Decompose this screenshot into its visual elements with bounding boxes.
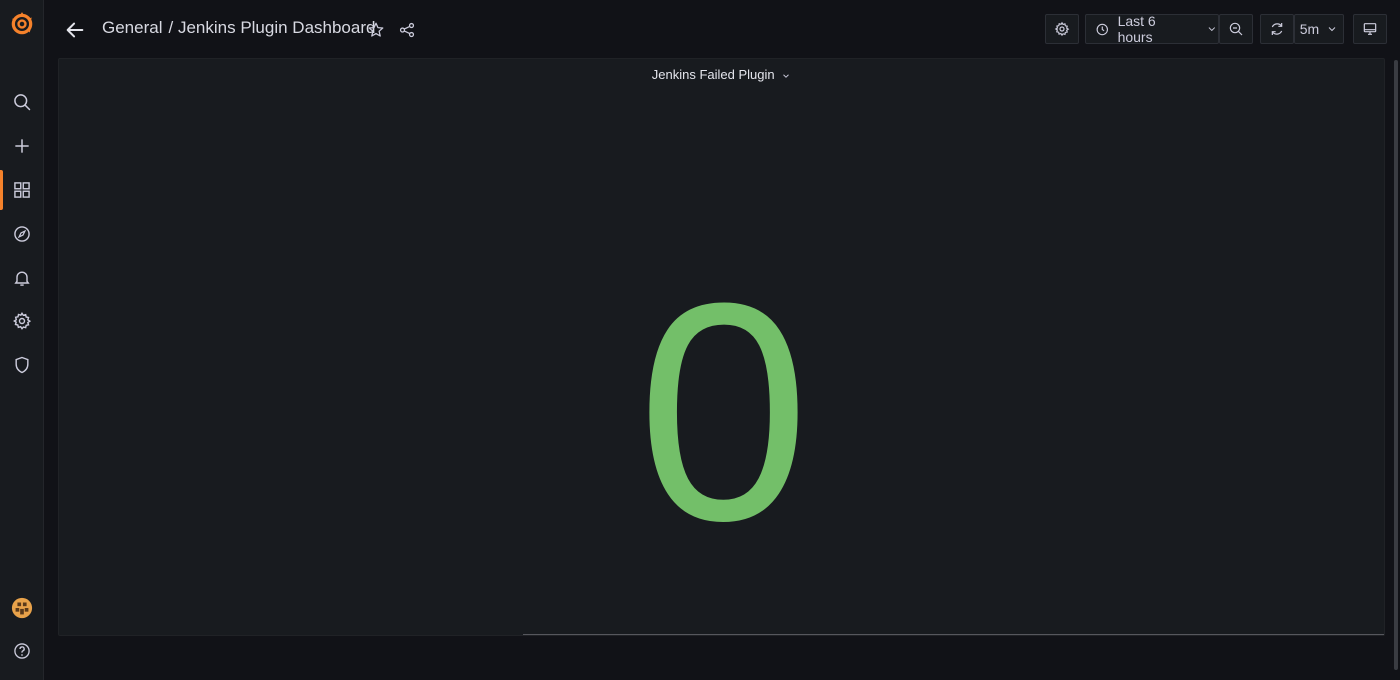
gear-icon [1054, 21, 1070, 37]
side-menu [0, 0, 44, 680]
time-range-label: Last 6 hours [1117, 13, 1156, 45]
zoom-out-icon [1229, 22, 1243, 36]
stat-panel: Jenkins Failed Plugin 0 [58, 58, 1385, 636]
explore-icon[interactable] [0, 216, 43, 252]
clock-icon [1096, 23, 1109, 35]
refresh-interval-label: 5m [1299, 21, 1320, 37]
monitor-icon [1363, 23, 1377, 35]
page-scrollbar[interactable] [1394, 60, 1398, 670]
stat-value: 0 [637, 238, 809, 585]
refresh-interval-picker[interactable]: 5m [1294, 14, 1344, 44]
time-range-picker[interactable]: Last 6 hours [1085, 13, 1219, 45]
chevron-down-icon [1208, 27, 1216, 32]
dashboard-navbar: General / Jenkins Plugin Dashboard Last 6… [43, 0, 1400, 58]
configuration-gear-icon[interactable] [0, 303, 43, 339]
search-icon[interactable] [0, 84, 43, 120]
user-avatar[interactable] [0, 590, 43, 626]
panel-bottom-border [523, 634, 1384, 635]
share-icon[interactable] [396, 19, 418, 41]
dashboard-settings-button[interactable] [1045, 14, 1079, 44]
breadcrumb: General / Jenkins Plugin Dashboard [102, 18, 375, 38]
dashboard-title[interactable]: Jenkins Plugin Dashboard [178, 18, 376, 37]
star-icon[interactable] [365, 19, 387, 41]
grafana-logo-icon[interactable] [0, 4, 43, 44]
panel-title[interactable]: Jenkins Failed Plugin [652, 67, 775, 82]
chevron-down-icon [783, 73, 790, 78]
zoom-out-button[interactable] [1219, 14, 1253, 44]
breadcrumb-folder[interactable]: General [102, 18, 162, 37]
alerting-bell-icon[interactable] [0, 260, 43, 296]
server-admin-shield-icon[interactable] [0, 347, 43, 383]
refresh-button[interactable] [1260, 14, 1294, 44]
breadcrumb-separator: / [168, 18, 174, 37]
back-arrow-icon[interactable] [63, 18, 87, 42]
refresh-icon [1271, 23, 1283, 35]
help-icon[interactable] [0, 633, 43, 669]
panel-header[interactable]: Jenkins Failed Plugin [59, 67, 1384, 82]
dashboards-icon[interactable] [0, 172, 43, 208]
chevron-down-icon [1328, 27, 1336, 32]
tv-mode-button[interactable] [1353, 14, 1387, 44]
plus-icon[interactable] [0, 128, 43, 164]
